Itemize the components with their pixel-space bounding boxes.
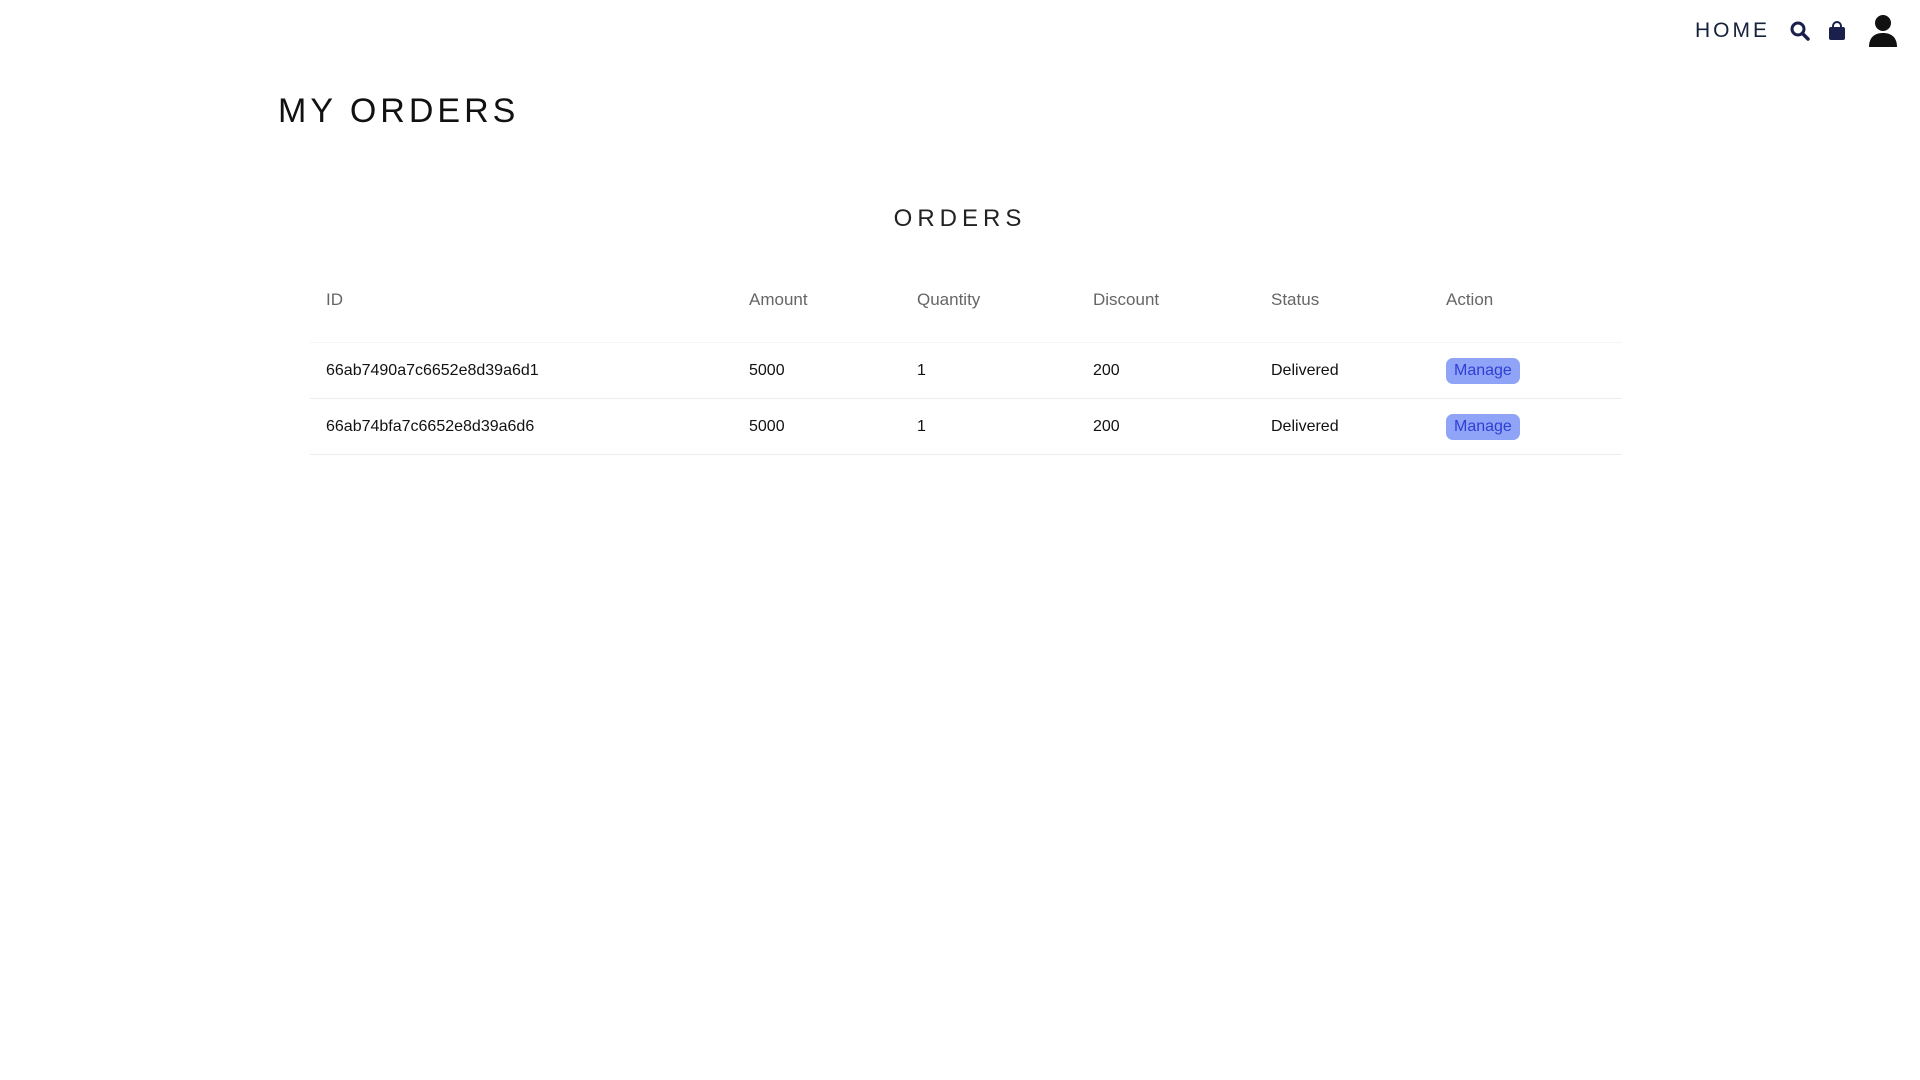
user-icon[interactable] — [1868, 14, 1898, 48]
order-quantity-cell: 1 — [901, 342, 1077, 399]
column-header-discount: Discount — [1093, 290, 1160, 309]
table-header-row: ID Amount Quantity Discount Status Actio… — [310, 270, 1622, 330]
nav-home-link[interactable]: HOME — [1695, 19, 1770, 43]
order-status-cell: Delivered — [1255, 342, 1430, 399]
column-header-id: ID — [326, 290, 343, 309]
header-spacer — [310, 330, 1622, 343]
column-header-status: Status — [1271, 290, 1320, 309]
order-action-cell: Manage — [1430, 342, 1622, 399]
column-header-action: Action — [1446, 290, 1494, 309]
order-id-cell: 66ab7490a7c6652e8d39a6d1 — [310, 342, 733, 399]
column-header-quantity: Quantity — [917, 290, 981, 309]
order-discount-cell: 200 — [1077, 342, 1255, 399]
order-status-cell: Delivered — [1255, 398, 1430, 455]
order-discount-cell: 200 — [1077, 398, 1255, 455]
order-amount-cell: 5000 — [733, 398, 901, 455]
order-quantity-cell: 1 — [901, 398, 1077, 455]
page-title: MY ORDERS — [278, 92, 520, 130]
order-action-cell: Manage — [1430, 398, 1622, 455]
manage-order-button[interactable]: Manage — [1446, 357, 1520, 384]
table-row: 66ab74bfa7c6652e8d39a6d6 5000 1 200 Deli… — [310, 398, 1622, 455]
search-icon[interactable] — [1790, 21, 1810, 41]
top-navbar: HOME — [1695, 0, 1920, 62]
column-header-amount: Amount — [749, 290, 808, 309]
shopping-bag-icon[interactable] — [1828, 21, 1846, 41]
order-amount-cell: 5000 — [733, 342, 901, 399]
orders-section-title: ORDERS — [893, 205, 1027, 232]
orders-table: ID Amount Quantity Discount Status Actio… — [310, 270, 1622, 455]
table-row: 66ab7490a7c6652e8d39a6d1 5000 1 200 Deli… — [310, 342, 1622, 399]
order-id-cell: 66ab74bfa7c6652e8d39a6d6 — [310, 398, 733, 455]
manage-order-button[interactable]: Manage — [1446, 413, 1520, 440]
